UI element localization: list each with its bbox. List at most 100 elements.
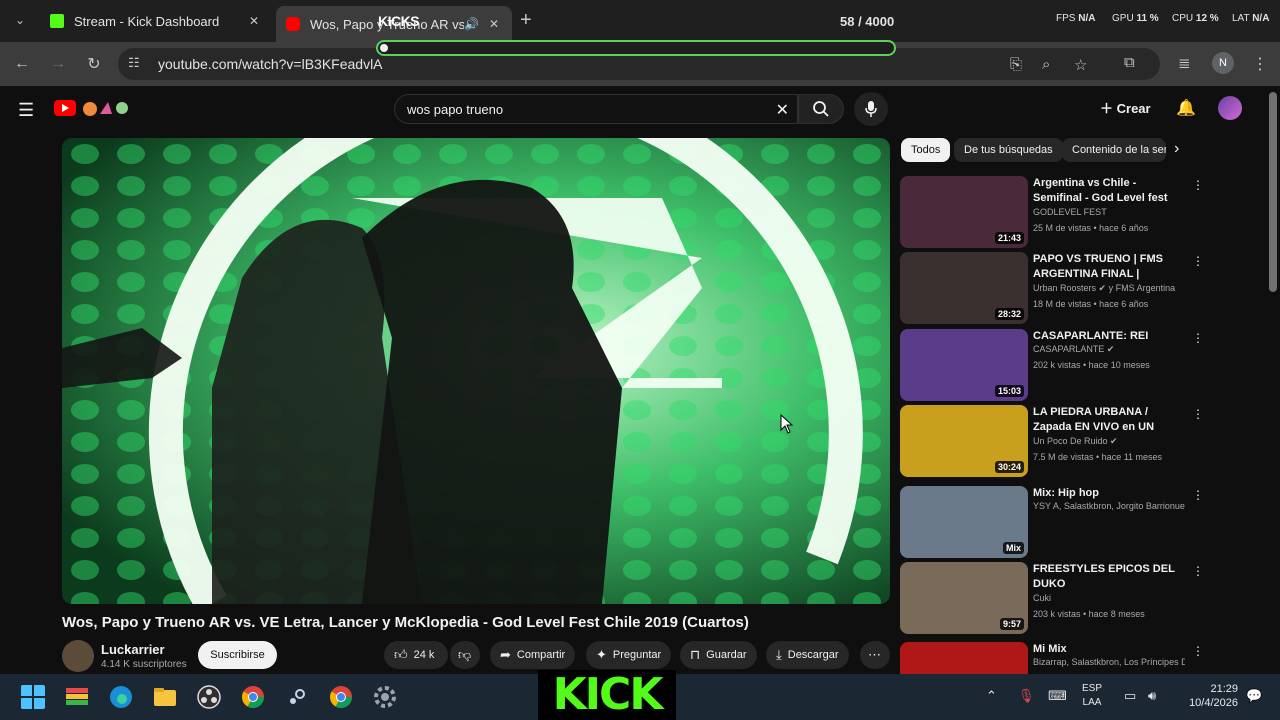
search-query[interactable]: wos papo trueno (407, 102, 503, 117)
chip-related-content[interactable]: Contenido de la ser (1062, 138, 1166, 162)
url-text[interactable]: youtube.com/watch?v=lB3KFeadvlA (158, 56, 383, 72)
system-clock[interactable]: 21:29 10/4/2026 (1180, 682, 1238, 710)
subscribe-button[interactable]: Suscribirse (198, 641, 277, 669)
video-thumbnail[interactable]: 9:57 (900, 562, 1028, 634)
more-vertical-icon[interactable]: ⋮ (1192, 254, 1204, 268)
close-icon[interactable]: ✕ (486, 17, 502, 31)
profile-avatar[interactable]: N (1212, 52, 1234, 74)
chevron-right-icon[interactable]: › (1174, 140, 1179, 158)
more-vertical-icon[interactable]: ⋮ (1192, 178, 1204, 192)
search-input[interactable]: wos papo trueno ✕ (394, 94, 798, 124)
edge-browser-icon[interactable] (108, 684, 134, 710)
clear-search-icon[interactable]: ✕ (776, 100, 789, 120)
windows-start-icon[interactable] (20, 684, 46, 710)
channel-name[interactable]: Luckarrier (101, 642, 165, 657)
speaker-icon[interactable]: 🔊 (464, 17, 480, 31)
more-actions-button[interactable]: ⋯ (860, 641, 890, 669)
kicks-overlay: KICKS (378, 13, 420, 29)
recommendation-title[interactable]: FREESTYLES EPICOS DEL DUKO (1033, 562, 1185, 592)
new-tab-button[interactable]: + (520, 9, 532, 32)
video-thumbnail[interactable]: 15:03 (900, 329, 1028, 401)
keyboard-icon[interactable]: ⌨ (1048, 688, 1067, 704)
stacked-app-icon[interactable] (64, 684, 90, 710)
video-thumbnail[interactable]: Mix (900, 486, 1028, 558)
input-language[interactable]: ESP LAA (1082, 682, 1102, 710)
chrome-profile-icon[interactable] (328, 684, 354, 710)
more-vertical-icon[interactable]: ⋮ (1192, 644, 1204, 658)
gpu-stat: GPU 11 % (1112, 13, 1159, 24)
recommendation-item[interactable]: 21:43 Argentina vs Chile - Semifinal - Go… (900, 176, 1204, 248)
recommendation-title[interactable]: Argentina vs Chile - Semifinal - God Lev… (1033, 176, 1185, 206)
youtube-doodle-icon[interactable] (80, 98, 130, 118)
microphone-tray-icon[interactable]: 🎙 (1018, 688, 1035, 704)
notification-center-icon[interactable]: 💬 (1246, 688, 1262, 704)
create-button[interactable]: ＋ Crear (1100, 98, 1151, 117)
video-player[interactable] (62, 138, 890, 604)
voice-search-button[interactable] (854, 92, 888, 126)
chip-all[interactable]: Todos (901, 138, 951, 162)
dislike-button[interactable]: 👎︎ (450, 641, 480, 669)
extensions-icon[interactable]: ⧉ (1124, 54, 1135, 71)
more-vertical-icon[interactable]: ⋮ (1192, 407, 1204, 421)
search-button[interactable] (798, 94, 844, 124)
recommendation-item[interactable]: Mi Mix Bizarrap, Salastkbron, Los Príncip… (900, 642, 1204, 674)
recommendation-channel[interactable]: Urban Roosters ✔ y FMS Argentina (1033, 283, 1185, 294)
recommendation-title[interactable]: CASAPARLANTE: REI (1033, 329, 1185, 344)
more-vertical-icon[interactable]: ⋮ (1192, 331, 1204, 345)
notifications-bell-icon[interactable]: 🔔 (1176, 98, 1196, 118)
like-button[interactable]: 👍︎ 24 k (384, 641, 448, 669)
chip-from-searches[interactable]: De tus búsquedas (954, 138, 1063, 162)
forward-arrow-icon[interactable]: → (46, 52, 70, 76)
file-explorer-icon[interactable] (152, 684, 178, 710)
settings-gear-icon[interactable] (372, 684, 398, 710)
chrome-browser-icon[interactable] (240, 684, 266, 710)
chevron-up-icon[interactable]: ⌃ (986, 688, 997, 704)
bookmark-star-icon[interactable]: ☆ (1074, 56, 1087, 74)
ask-button[interactable]: ✦ Preguntar (586, 641, 672, 669)
recommendation-channel[interactable]: YSY A, Salastkbron, Jorgito Barrionuevo … (1033, 501, 1185, 511)
steam-icon[interactable] (284, 684, 310, 710)
recommendation-item[interactable]: 15:03 CASAPARLANTE: REI CASAPARLANTE ✔ 202 … (900, 329, 1204, 401)
share-button[interactable]: ➦ Compartir (490, 641, 576, 669)
more-vertical-icon[interactable]: ⋮ (1192, 564, 1204, 578)
scrollbar-thumb[interactable] (1269, 92, 1277, 292)
recommendation-channel[interactable]: Cuki (1033, 593, 1185, 603)
video-thumbnail[interactable]: 28:32 (900, 252, 1028, 324)
network-icon[interactable]: ▭ (1124, 688, 1136, 704)
recommendation-channel[interactable]: CASAPARLANTE ✔ (1033, 344, 1185, 355)
download-button[interactable]: ⤓ Descargar (766, 641, 849, 669)
obs-studio-icon[interactable] (196, 684, 222, 710)
video-thumbnail[interactable] (900, 642, 1028, 674)
back-arrow-icon[interactable]: ← (10, 52, 34, 76)
recommendation-title[interactable]: Mi Mix (1033, 642, 1185, 657)
tab-search-button[interactable]: ⌄ (8, 8, 32, 32)
recommendation-channel[interactable]: Un Poco De Ruido ✔ (1033, 436, 1185, 447)
zoom-icon[interactable]: ⌕ (1042, 56, 1050, 73)
more-vertical-icon[interactable]: ⋮ (1192, 488, 1204, 502)
video-thumbnail[interactable]: 30:24 (900, 405, 1028, 477)
recommendation-title[interactable]: LA PIEDRA URBANA / Zapada EN VIVO en UN … (1033, 405, 1185, 435)
video-thumbnail[interactable]: 21:43 (900, 176, 1028, 248)
recommendation-channel[interactable]: GODLEVEL FEST (1033, 207, 1185, 217)
save-button[interactable]: ⊓ Guardar (680, 641, 757, 669)
close-icon[interactable]: ✕ (246, 14, 262, 28)
recommendation-item[interactable]: 28:32 PAPO VS TRUENO | FMS ARGENTINA FINA… (900, 252, 1204, 324)
reload-icon[interactable]: ↻ (82, 52, 106, 76)
channel-avatar[interactable] (62, 640, 94, 672)
volume-icon[interactable]: 🔊︎ (1148, 688, 1156, 704)
hamburger-menu-icon[interactable]: ☰ (18, 100, 34, 121)
recommendation-item[interactable]: 30:24 LA PIEDRA URBANA / Zapada EN VIVO e… (900, 405, 1204, 477)
browser-menu-icon[interactable]: ⋮ (1252, 54, 1268, 74)
site-info-icon[interactable]: ☷ (128, 55, 140, 71)
account-avatar[interactable] (1218, 96, 1242, 120)
youtube-logo[interactable] (54, 100, 76, 116)
tab-kick-dashboard[interactable]: Stream - Kick Dashboard ✕ (40, 6, 272, 36)
install-app-icon[interactable]: ⎘ (1010, 56, 1022, 73)
recommendation-title[interactable]: PAPO VS TRUENO | FMS ARGENTINA FINAL | T… (1033, 252, 1185, 282)
recommendation-title[interactable]: Mix: Hip hop (1033, 486, 1185, 501)
recommendation-item[interactable]: Mix Mix: Hip hop YSY A, Salastkbron, Jorgi… (900, 486, 1204, 558)
duration-badge: 30:24 (994, 461, 1024, 473)
media-control-icon[interactable]: ≣ (1178, 54, 1191, 72)
recommendation-channel[interactable]: Bizarrap, Salastkbron, Los Príncipes De … (1033, 657, 1185, 667)
recommendation-item[interactable]: 9:57 FREESTYLES EPICOS DEL DUKO Cuki 203 k … (900, 562, 1204, 634)
